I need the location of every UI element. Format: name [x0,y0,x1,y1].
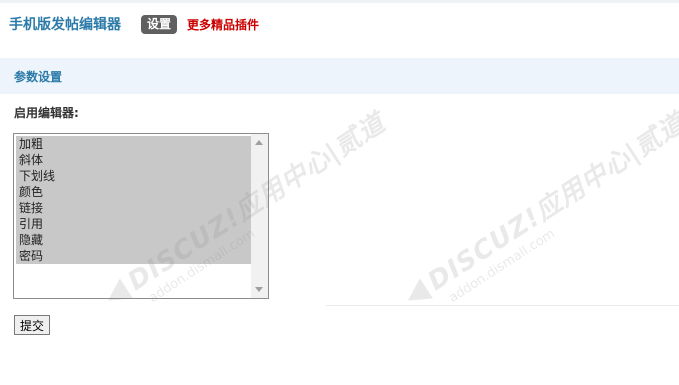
divider [326,305,679,306]
more-plugins-link[interactable]: 更多精品插件 [187,16,259,33]
option-italic[interactable]: 斜体 [16,152,252,168]
watermark: DISCUZ!应用中心|贰道 addon.dismall.com [396,103,679,325]
header: 手机版发帖编辑器 设置 更多精品插件 [9,13,259,35]
tab-settings[interactable]: 设置 [141,14,178,34]
scroll-down-arrow-icon[interactable] [255,287,263,292]
submit-button[interactable]: 提交 [14,315,50,335]
section-title: 参数设置 [14,69,63,84]
app-title: 手机版发帖编辑器 [9,17,121,33]
top-border [0,0,679,3]
discuz-logo-icon [101,277,133,311]
watermark-brand: DISCUZ!应用中心 [422,143,637,297]
option-bold[interactable]: 加粗 [16,136,252,152]
option-underline[interactable]: 下划线 [16,168,252,184]
scroll-up-arrow-icon[interactable] [255,140,263,145]
option-color[interactable]: 颜色 [16,184,252,200]
editor-label: 启用编辑器: [14,106,79,120]
section-header: 参数设置 [0,58,679,94]
